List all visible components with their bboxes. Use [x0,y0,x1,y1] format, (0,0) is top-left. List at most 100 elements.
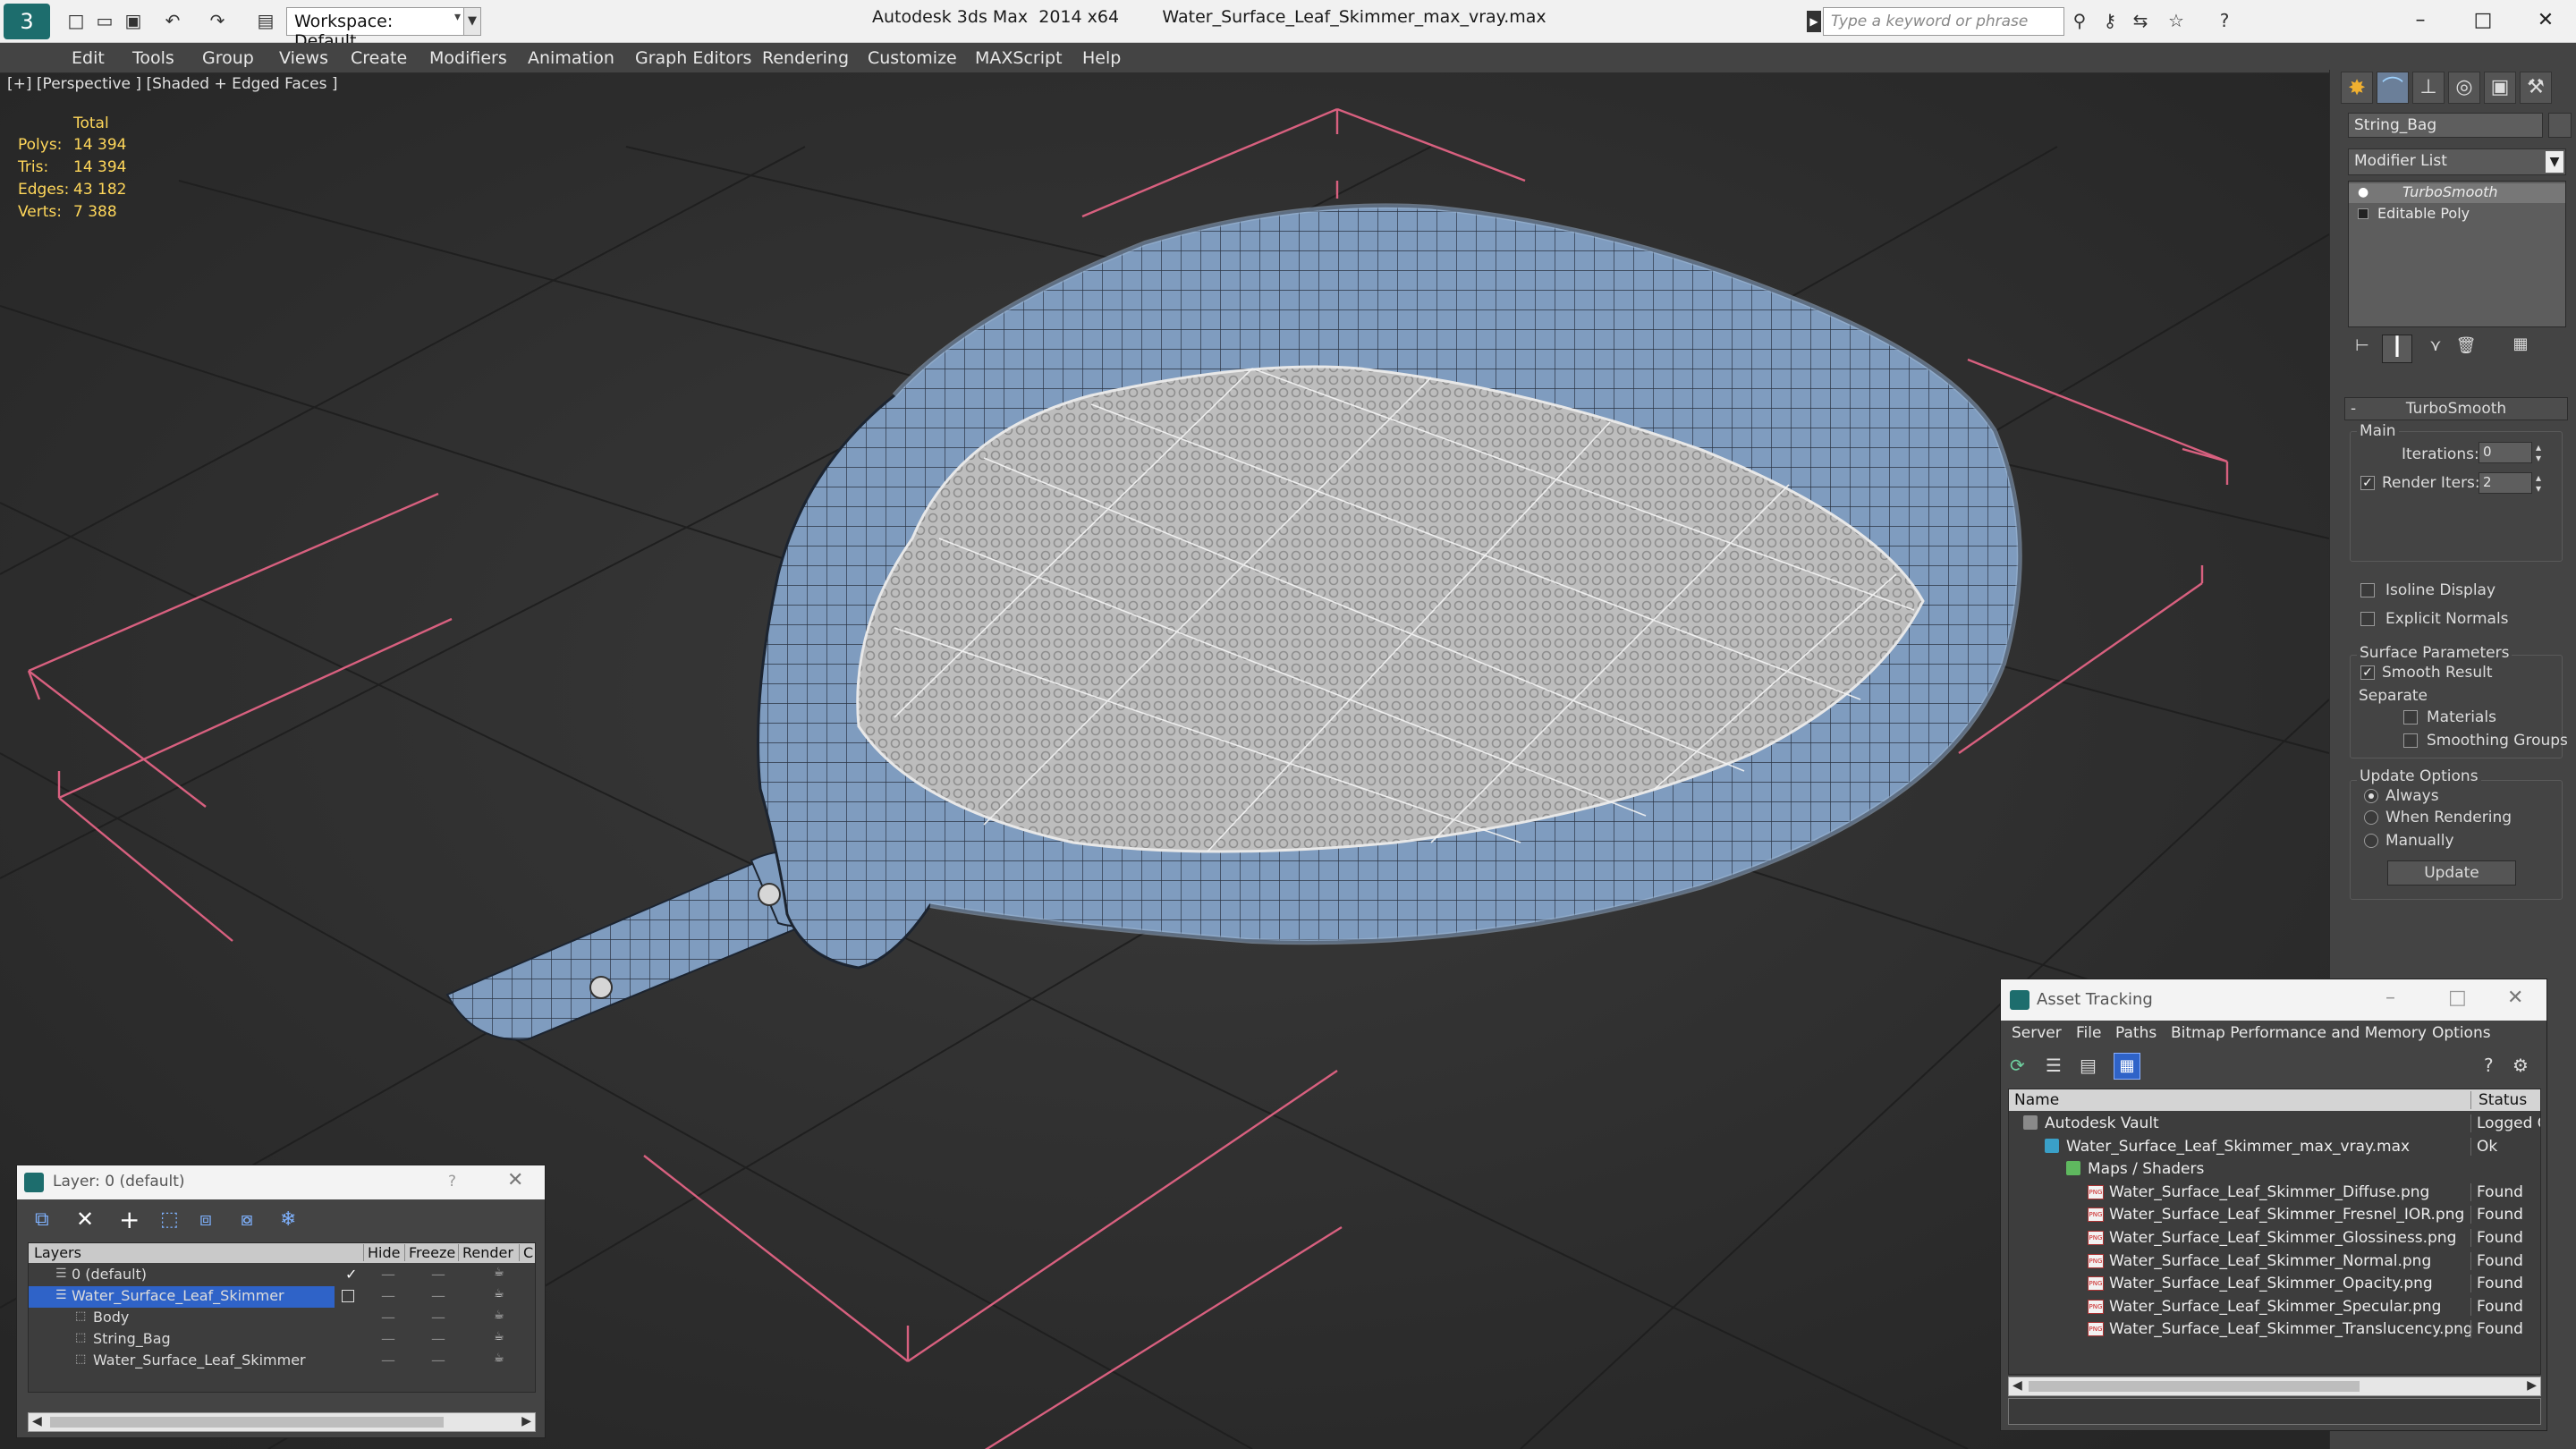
menu-options[interactable]: Options [2432,1024,2491,1042]
materials-checkbox[interactable] [2403,710,2418,724]
tree-view-icon[interactable]: ▤ [2080,1055,2097,1076]
refresh-icon[interactable]: ⟳ [2010,1055,2025,1076]
project-folder-icon[interactable]: ▤ [254,9,277,32]
iterations-spinner[interactable]: 0 [2479,442,2532,463]
asset-row[interactable]: PNG Water_Surface_Leaf_Skimmer_Glossiness… [2009,1227,2540,1250]
undo-icon[interactable]: ↶ [161,9,184,32]
select-objects-icon[interactable]: ⬚ [160,1208,179,1231]
freeze-all-icon[interactable]: ❄ [280,1208,296,1231]
layer-window-help-icon[interactable]: ? [448,1173,456,1191]
star-icon[interactable]: ☆ [2165,9,2188,32]
search-expand-icon[interactable]: ▶ [1807,11,1821,32]
close-icon[interactable]: ✕ [2528,4,2563,38]
scroll-right-icon[interactable]: ▶ [521,1414,531,1428]
scroll-left-icon[interactable]: ◀ [32,1414,42,1428]
list-view-icon[interactable]: ☰ [2046,1055,2062,1076]
hide-toggle[interactable]: — [381,1330,395,1347]
open-file-icon[interactable]: ▭ [93,9,116,32]
render-teapot-icon[interactable]: ☕ [494,1266,504,1279]
freeze-toggle[interactable]: — [431,1266,445,1283]
asset-row[interactable]: Maps / Shaders [2009,1158,2540,1181]
menu-customize[interactable]: Customize [868,48,957,68]
active-layer-check-icon[interactable]: ✓ [345,1266,357,1283]
asset-row[interactable]: PNG Water_Surface_Leaf_Skimmer_Opacity.pn… [2009,1273,2540,1295]
object-color-swatch[interactable] [2548,113,2572,138]
motion-tab-icon[interactable]: ◎ [2448,72,2480,104]
stack-item-editable-poly[interactable]: Editable Poly [2349,205,2565,225]
layer-row[interactable]: ☰ 0 (default) ✓ — — ☕ [29,1265,530,1286]
workspace-dropdown-button[interactable]: ▼ [463,7,481,36]
asset-row[interactable]: PNG Water_Surface_Leaf_Skimmer_Diffuse.pn… [2009,1182,2540,1204]
object-row[interactable]: ⬚ String_Bag — — ☕ [29,1329,530,1351]
object-row[interactable]: ⬚ Body — — ☕ [29,1308,530,1329]
settings-icon[interactable]: ⚙ [2512,1055,2529,1076]
remove-modifier-icon[interactable]: 🗑 [2453,336,2479,361]
asset-row[interactable]: PNG Water_Surface_Leaf_Skimmer_Normal.png… [2009,1250,2540,1273]
highlight-layer-icon[interactable]: ⧈ [199,1208,212,1231]
render-teapot-icon[interactable]: ☕ [494,1287,504,1301]
modifier-stack[interactable]: ● TurboSmooth Editable Poly [2348,181,2566,327]
render-teapot-icon[interactable]: ☕ [494,1352,504,1365]
render-iters-spinner[interactable]: 2 [2479,472,2532,494]
new-file-icon[interactable]: □ [64,9,88,32]
minimize-icon[interactable]: – [2402,4,2438,38]
lightbulb-icon[interactable]: ● [2358,185,2368,199]
object-name-field[interactable]: String_Bag [2348,113,2543,138]
menu-create[interactable]: Create [351,48,407,68]
freeze-toggle[interactable]: — [431,1352,445,1368]
utilities-tab-icon[interactable]: ⚒ [2520,72,2552,104]
exchange-icon[interactable]: ⇆ [2129,9,2152,32]
turbosmooth-rollout-header[interactable]: - TurboSmooth [2344,397,2568,420]
always-radio[interactable] [2364,789,2378,803]
scroll-right-icon[interactable]: ▶ [2527,1378,2537,1393]
object-row[interactable]: ⬚ Water_Surface_Leaf_Skimmer — — ☕ [29,1351,530,1372]
asset-row[interactable]: Autodesk Vault Logged C [2009,1113,2540,1135]
menu-graph-editors[interactable]: Graph Editors [635,48,751,68]
hierarchy-tab-icon[interactable]: ⊥ [2412,72,2445,104]
hide-toggle[interactable]: — [381,1352,395,1368]
asset-row[interactable]: PNG Water_Surface_Leaf_Skimmer_Specular.p… [2009,1296,2540,1318]
table-view-icon[interactable]: ▦ [2114,1053,2140,1080]
delete-layer-icon[interactable]: ✕ [76,1207,94,1232]
create-layer-icon[interactable]: ⧉ [35,1208,49,1231]
modify-tab-icon[interactable]: ⌒ [2377,72,2409,104]
scroll-left-icon[interactable]: ◀ [2012,1378,2022,1393]
when-rendering-radio[interactable] [2364,810,2378,825]
save-file-icon[interactable]: ▣ [122,9,145,32]
asset-horizontal-scrollbar[interactable]: ◀ ▶ [2008,1377,2541,1396]
menu-bitmap-performance[interactable]: Bitmap Performance and Memory [2171,1024,2427,1042]
isoline-display-checkbox[interactable] [2360,583,2375,597]
smooth-result-checkbox[interactable]: ✓ [2360,665,2375,680]
asset-tracking-titlebar[interactable]: Asset Tracking – □ ✕ [2001,979,2546,1021]
menu-modifiers[interactable]: Modifiers [429,48,507,68]
key-icon[interactable]: ⚷ [2098,9,2122,32]
smoothing-groups-checkbox[interactable] [2403,733,2418,748]
column-color[interactable]: C [519,1244,533,1261]
close-icon[interactable]: ✕ [2507,987,2523,1009]
menu-views[interactable]: Views [279,48,328,68]
asset-row[interactable]: PNG Water_Surface_Leaf_Skimmer_Translucen… [2009,1318,2540,1341]
menu-tools[interactable]: Tools [132,48,174,68]
menu-server[interactable]: Server [2012,1024,2062,1042]
close-icon[interactable]: ✕ [507,1169,523,1191]
configure-sets-icon[interactable]: ▦ [2505,335,2536,361]
column-status[interactable]: Status [2470,1091,2527,1109]
hide-toggle[interactable]: — [381,1287,395,1304]
hide-toggle[interactable]: — [381,1266,395,1283]
display-tab-icon[interactable]: ▣ [2484,72,2516,104]
render-teapot-icon[interactable]: ☕ [494,1330,504,1343]
maximize-icon[interactable]: □ [2465,4,2501,38]
stack-item-turbosmooth[interactable]: ● TurboSmooth [2349,183,2565,203]
expand-icon[interactable] [2358,208,2368,219]
menu-paths[interactable]: Paths [2115,1024,2157,1042]
column-name[interactable]: Name [2014,1091,2059,1109]
help-icon[interactable]: ? [2213,9,2236,32]
binoculars-icon[interactable]: ⚲ [2068,9,2091,32]
menu-maxscript[interactable]: MAXScript [975,48,1063,68]
menu-edit[interactable]: Edit [72,48,105,68]
scroll-thumb[interactable] [2029,1381,2360,1392]
freeze-toggle[interactable]: — [431,1287,445,1304]
hide-all-icon[interactable]: ⧇ [241,1208,253,1231]
freeze-toggle[interactable]: — [431,1330,445,1347]
active-layer-box-icon[interactable] [342,1290,354,1302]
